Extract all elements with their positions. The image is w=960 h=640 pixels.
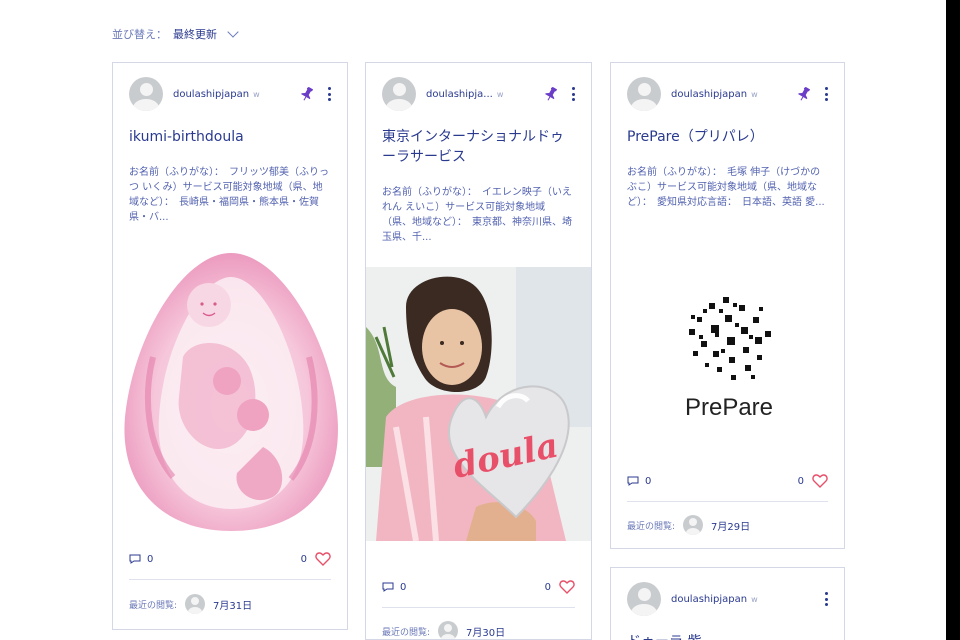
avatar[interactable]	[627, 77, 661, 111]
post-card[interactable]: doulashipjapan w ikumi-birthdoula お名前（ふり…	[112, 62, 348, 630]
heart-icon[interactable]	[315, 552, 331, 566]
logo-text: PrePare	[685, 394, 773, 421]
post-stats: 0 0	[129, 551, 331, 567]
recent-label: 最近の閲覧:	[627, 521, 676, 532]
divider	[382, 607, 575, 608]
more-options-icon[interactable]	[824, 87, 828, 101]
pin-icon	[798, 87, 810, 101]
heart-icon[interactable]	[812, 474, 828, 488]
window-edge	[946, 0, 960, 640]
avatar[interactable]	[438, 621, 459, 639]
comment-count: 0	[147, 553, 154, 565]
recent-label: 最近の閲覧:	[129, 600, 178, 611]
post-card[interactable]: doulashipjapan w PrePare（プリパレ） お名前（ふりがな）…	[610, 62, 845, 549]
comment-icon	[627, 476, 639, 486]
like-count: 0	[300, 553, 307, 565]
avatar[interactable]	[129, 77, 163, 111]
more-options-icon[interactable]	[327, 87, 331, 101]
post-title[interactable]: ikumi-birthdoula	[129, 127, 331, 147]
recent-date: 7月29日	[711, 521, 751, 533]
post-card[interactable]: doulashipja... w 東京インターナショナルドゥーラサービス お名前…	[365, 62, 592, 640]
divider	[129, 579, 331, 580]
post-image-logo[interactable]: PrePare	[611, 247, 844, 447]
author-badge: w	[751, 89, 758, 99]
divider	[627, 501, 828, 502]
recent-activity: 最近の閲覧: 7月29日	[627, 514, 828, 536]
comment-icon	[129, 554, 141, 564]
comment-count: 0	[400, 581, 407, 593]
chevron-down-icon	[227, 26, 239, 38]
author-name[interactable]: doulashipja...	[426, 89, 493, 100]
more-options-icon[interactable]	[571, 87, 575, 101]
like-count: 0	[544, 581, 551, 593]
post-card[interactable]: doulashipjapan w ドゥーラ 紫	[610, 567, 845, 640]
sort-control[interactable]: 並び替え： 最終更新	[112, 26, 239, 42]
avatar[interactable]	[627, 582, 661, 616]
post-title[interactable]: 東京インターナショナルドゥーラサービス	[382, 127, 575, 167]
avatar[interactable]	[683, 515, 704, 535]
comment-count: 0	[645, 475, 652, 487]
recent-date: 7月31日	[213, 600, 253, 612]
comment-icon	[382, 582, 394, 592]
author-badge: w	[751, 594, 758, 604]
post-stats: 0 0	[627, 473, 828, 489]
recent-date: 7月30日	[466, 627, 506, 639]
author-name[interactable]: doulashipjapan	[671, 89, 747, 100]
recent-activity: 最近の閲覧: 7月30日	[382, 620, 575, 639]
post-excerpt: お名前（ふりがな）： 毛塚 伸子（けづかのぶこ）サービス可能対象地域（県、地域な…	[627, 167, 825, 208]
recent-activity: 最近の閲覧: 7月31日	[129, 593, 331, 615]
author-name[interactable]: doulashipjapan	[671, 594, 747, 605]
avatar[interactable]	[185, 594, 206, 614]
recent-label: 最近の閲覧:	[382, 627, 431, 638]
author-badge: w	[496, 89, 504, 99]
post-image-photo[interactable]: doula	[366, 267, 591, 541]
like-count: 0	[797, 475, 804, 487]
post-image-watercolor[interactable]	[113, 247, 347, 537]
post-excerpt: お名前（ふりがな）： フリッツ郁美（ふりっつ いくみ）サービス可能対象地域（県、…	[129, 167, 329, 223]
sort-value: 最終更新	[173, 28, 217, 41]
post-title[interactable]: ドゥーラ 紫	[627, 632, 828, 640]
pin-icon	[301, 87, 313, 101]
more-options-icon[interactable]	[824, 592, 828, 606]
post-title[interactable]: PrePare（プリパレ）	[627, 127, 828, 147]
pin-icon	[545, 87, 557, 101]
avatar[interactable]	[382, 77, 416, 111]
sort-label: 並び替え：	[112, 28, 167, 41]
post-stats: 0 0	[382, 579, 575, 595]
post-excerpt: お名前（ふりがな）： イエレン映子（いえれん えいこ）サービス可能対象地域（県、…	[382, 187, 572, 243]
heart-icon[interactable]	[559, 580, 575, 594]
author-badge: w	[253, 89, 260, 99]
author-name[interactable]: doulashipjapan	[173, 89, 249, 100]
